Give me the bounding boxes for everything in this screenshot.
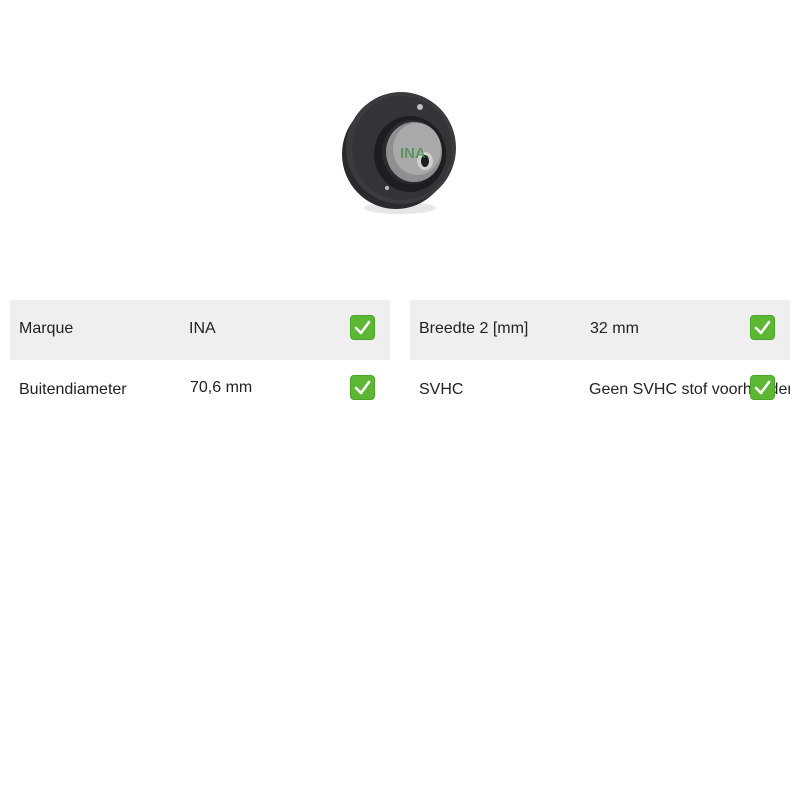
- check-icon: [750, 375, 775, 400]
- spec-label: Marque: [19, 320, 74, 337]
- product-spec-page: INA Marque INA Buitendiameter 70,6 mm Br…: [0, 0, 800, 800]
- check-icon: [350, 315, 375, 340]
- spec-value: 70,6 mm: [190, 379, 253, 396]
- check-icon: [350, 375, 375, 400]
- specs-table-right: Breedte 2 [mm] 32 mm SVHC Geen SVHC stof…: [410, 300, 790, 420]
- spec-row-breedte: Breedte 2 [mm] 32 mm: [410, 300, 790, 360]
- spec-value: INA: [189, 320, 216, 337]
- specs-table-left: Marque INA Buitendiameter 70,6 mm: [10, 300, 390, 420]
- spec-label: SVHC: [419, 381, 464, 398]
- spec-value: 32 mm: [590, 320, 639, 337]
- spec-label: Buitendiameter: [19, 381, 127, 398]
- spec-label: Breedte 2 [mm]: [419, 320, 529, 337]
- spec-row-marque: Marque INA: [10, 300, 390, 360]
- spec-row-svhc: SVHC Geen SVHC stof voorhanden: [410, 360, 790, 420]
- spec-row-buitendiameter: Buitendiameter 70,6 mm: [10, 360, 390, 420]
- svg-text:INA: INA: [400, 145, 426, 162]
- tensioner-pulley-image: INA: [338, 82, 462, 218]
- check-icon: [750, 315, 775, 340]
